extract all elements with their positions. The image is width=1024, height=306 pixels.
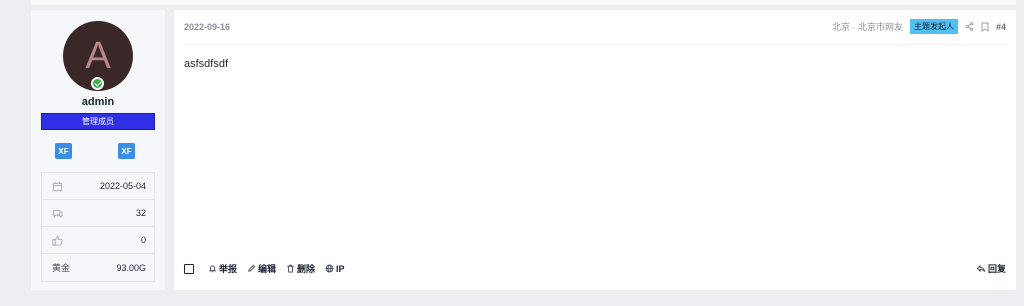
bookmark-icon[interactable] (981, 22, 989, 32)
stat-gold: 黄金 93.00G (42, 254, 154, 281)
report-button[interactable]: 举报 (208, 262, 237, 275)
post-card: 2022-09-16 北京 · 北京市网友 主题发起人 #4 asfsdfsdf… (174, 10, 1016, 290)
gold-value: 93.00G (116, 262, 146, 273)
post-number[interactable]: #4 (996, 22, 1006, 32)
delete-label: 删除 (297, 264, 316, 274)
bell-icon (208, 264, 217, 273)
pencil-icon (247, 264, 256, 273)
thumbs-up-icon (52, 235, 63, 246)
ip-button[interactable]: IP (325, 264, 345, 274)
gold-label: 黄金 (52, 263, 71, 273)
edit-label: 编辑 (258, 264, 277, 274)
user-stats: 2022-05-04 32 0 黄金 93.00G (41, 172, 155, 282)
user-panel: A admin 管理成员 XF XF 2022-05-04 32 0 黄金 93… (31, 10, 165, 290)
post-date[interactable]: 2022-09-16 (184, 22, 230, 32)
stat-messages: 32 (42, 200, 154, 227)
join-date-value: 2022-05-04 (99, 181, 146, 191)
role-badge: 管理成员 (41, 113, 155, 130)
reply-label: 回复 (987, 264, 1006, 274)
online-status-icon (91, 77, 104, 90)
calendar-icon (52, 181, 63, 192)
message-icon (52, 208, 63, 219)
messages-value: 32 (135, 208, 146, 218)
divider (184, 44, 1006, 45)
post-content: asfsdfsdf (184, 58, 229, 70)
top-strip (31, 0, 1016, 5)
edit-button[interactable]: 编辑 (247, 262, 276, 275)
xenforo-icon[interactable]: XF (55, 143, 72, 159)
reply-button[interactable]: 回复 (976, 262, 1006, 275)
avatar-letter: A (85, 34, 111, 77)
reactions-value: 0 (140, 235, 146, 245)
post-meta: 北京 · 北京市网友 主题发起人 #4 (832, 19, 1006, 34)
xenforo-icon[interactable]: XF (118, 143, 135, 159)
trash-icon (286, 264, 295, 273)
stat-reactions: 0 (42, 227, 154, 254)
select-checkbox[interactable] (184, 263, 194, 274)
post-actions: 举报 编辑 删除 IP (184, 262, 345, 275)
delete-button[interactable]: 删除 (286, 262, 315, 275)
thread-starter-badge: 主题发起人 (909, 19, 958, 34)
reply-icon (976, 264, 986, 273)
globe-icon (325, 264, 334, 273)
share-icon[interactable] (965, 22, 974, 31)
post-location: 北京 · 北京市网友 (831, 22, 903, 32)
stat-join-date: 2022-05-04 (42, 173, 154, 200)
ip-label: IP (336, 263, 345, 274)
username[interactable]: admin (31, 96, 165, 108)
report-label: 举报 (219, 264, 238, 274)
